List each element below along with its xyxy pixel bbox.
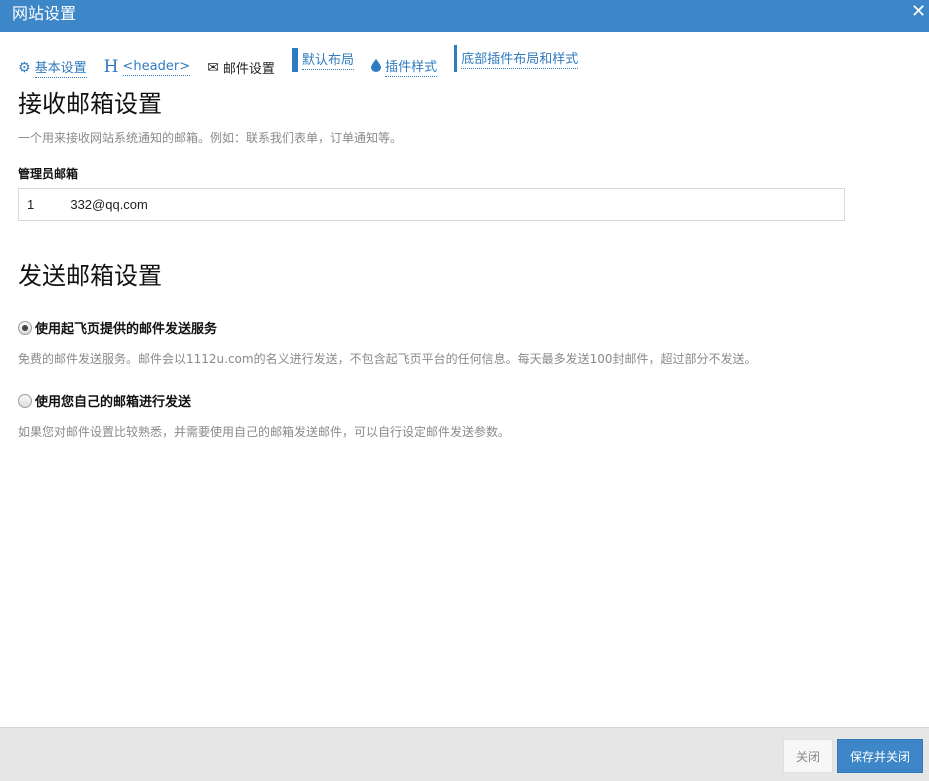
radio-button[interactable] [18,393,32,408]
save-and-close-button[interactable]: 保存并关闭 [837,739,923,773]
tab-label: 默认布局 [302,49,355,70]
header-h-icon: H [103,56,119,77]
radio-option-builtin-service[interactable]: 使用起飞页提供的邮件发送服务 [18,318,217,337]
own-mailbox-description: 如果您对邮件设置比较熟悉，并需要使用自己的邮箱发送邮件，可以自行设定邮件发送参数… [18,425,511,439]
radio-label: 使用您自己的邮箱进行发送 [35,395,192,410]
builtin-service-description: 免费的邮件发送服务。邮件会以1112u.com的名义进行发送，不包含起飞页平台的… [18,352,757,366]
tab-footer-plugin-layout[interactable]: 底部插件布局和样式 [454,44,579,72]
tab-label: 插件样式 [385,56,438,77]
grid-4-icon [292,47,299,72]
tab-label: 底部插件布局和样式 [461,48,579,69]
radio-option-own-mailbox[interactable]: 使用您自己的邮箱进行发送 [18,391,191,410]
envelope-icon: ✉ [207,59,219,76]
dialog-title: 网站设置 [12,4,77,23]
tab-label: <header> [122,58,191,76]
receive-email-description: 一个用来接收网站系统通知的邮箱。例如：联系我们表单，订单通知等。 [18,131,403,145]
admin-email-input[interactable] [18,188,845,221]
tab-plugin-style[interactable]: 插件样式 [371,56,438,78]
dialog-titlebar: 网站设置 ✕ [0,0,929,32]
receive-email-heading: 接收邮箱设置 [18,90,162,118]
close-icon[interactable]: ✕ [911,2,929,24]
close-button[interactable]: 关闭 [783,739,833,773]
send-email-heading: 发送邮箱设置 [18,262,162,290]
tab-label: 基本设置 [34,57,87,78]
tab-header[interactable]: H <header> [103,56,191,78]
tab-label: 邮件设置 [222,61,275,77]
tab-basic-settings[interactable]: ⚙ 基本设置 [18,57,87,79]
tab-default-layout[interactable]: 默认布局 [292,47,355,72]
radio-button[interactable] [18,320,32,335]
tab-email-settings[interactable]: ✉ 邮件设置 [207,57,275,79]
radio-label: 使用起飞页提供的邮件发送服务 [35,322,218,337]
admin-email-label: 管理员邮箱 [18,167,79,181]
grid-9-icon [454,44,458,72]
settings-tabs: ⚙ 基本设置 H <header> ✉ 邮件设置 默认布局 插件样式 底部插件布… [18,44,590,78]
gear-icon: ⚙ [18,59,31,76]
droplet-icon [371,58,382,75]
dialog-footer: 关闭 保存并关闭 [0,727,929,781]
